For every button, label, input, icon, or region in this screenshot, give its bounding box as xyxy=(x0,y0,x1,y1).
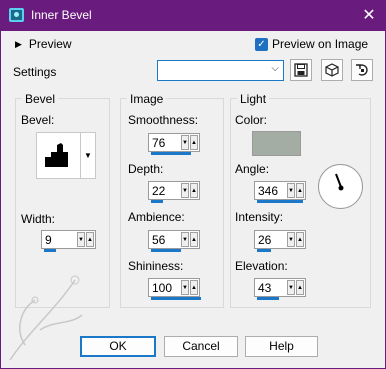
elevation-label: Elevation: xyxy=(235,259,288,273)
depth-value: 22 xyxy=(152,183,166,198)
chevron-down-icon: ⌵ xyxy=(271,63,279,74)
bevel-dropdown-arrow[interactable]: ▼ xyxy=(80,132,96,179)
intensity-value: 26 xyxy=(258,232,272,247)
reset-button[interactable] xyxy=(351,59,373,81)
angle-value: 346 xyxy=(258,183,279,198)
intensity-spinner[interactable]: 26 ▼ ▲ xyxy=(254,230,306,252)
preview-on-image-label: Preview on Image xyxy=(272,37,369,51)
width-label: Width: xyxy=(21,212,56,226)
shininess-slider-bar[interactable] xyxy=(151,297,201,300)
image-group: Image xyxy=(120,92,224,308)
help-button[interactable]: Help xyxy=(245,336,318,357)
preview-on-image-checkbox[interactable]: ✓ Preview on Image xyxy=(255,37,368,51)
depth-decrement[interactable]: ▼ xyxy=(181,183,189,198)
ambience-slider-bar[interactable] xyxy=(151,249,181,252)
depth-increment[interactable]: ▲ xyxy=(190,183,198,198)
angle-slider-bar[interactable] xyxy=(257,200,303,203)
window-title: Inner Bevel xyxy=(31,8,92,22)
intensity-label: Intensity: xyxy=(235,210,284,224)
ambience-increment[interactable]: ▲ xyxy=(190,232,198,247)
light-group-title: Light xyxy=(237,92,270,106)
smoothness-increment[interactable]: ▲ xyxy=(190,135,198,150)
light-color-swatch[interactable] xyxy=(252,131,301,156)
settings-dropdown[interactable]: ⌵ xyxy=(157,60,284,81)
intensity-decrement[interactable]: ▼ xyxy=(287,232,295,247)
smoothness-value: 76 xyxy=(152,135,166,150)
shininess-spinner[interactable]: 100 ▼ ▲ xyxy=(148,278,201,300)
shininess-value: 100 xyxy=(152,280,173,295)
close-button[interactable]: ✕ xyxy=(352,0,386,31)
angle-decrement[interactable]: ▼ xyxy=(287,183,295,198)
angle-spinner[interactable]: 346 ▼ ▲ xyxy=(254,181,306,203)
elevation-slider-bar[interactable] xyxy=(257,297,279,300)
color-label: Color: xyxy=(235,113,268,127)
depth-spinner[interactable]: 22 ▼ ▲ xyxy=(148,181,200,203)
cancel-button[interactable]: Cancel xyxy=(164,336,238,357)
image-group-title: Image xyxy=(127,92,167,106)
smoothness-spinner[interactable]: 76 ▼ ▲ xyxy=(148,133,200,155)
width-decrement[interactable]: ▼ xyxy=(77,232,85,247)
smoothness-decrement[interactable]: ▼ xyxy=(181,135,189,150)
shininess-label: Shininess: xyxy=(128,259,184,273)
bevel-shape-icon xyxy=(45,143,68,167)
angle-dial[interactable] xyxy=(318,164,363,209)
ambience-decrement[interactable]: ▼ xyxy=(181,232,189,247)
preview-label: Preview xyxy=(28,37,72,51)
shininess-increment[interactable]: ▲ xyxy=(190,280,198,295)
shininess-decrement[interactable]: ▼ xyxy=(181,280,189,295)
ambience-spinner[interactable]: 56 ▼ ▲ xyxy=(148,230,200,252)
width-increment[interactable]: ▲ xyxy=(86,232,94,247)
bevel-group: Bevel xyxy=(15,92,110,308)
angle-label: Angle: xyxy=(235,162,270,176)
width-slider-bar[interactable] xyxy=(44,249,56,252)
checkmark-icon: ✓ xyxy=(255,37,268,51)
ok-button[interactable]: OK xyxy=(80,336,156,357)
reset-icon xyxy=(356,64,368,76)
resource-icon xyxy=(325,63,339,77)
elevation-value: 43 xyxy=(258,280,272,295)
angle-dial-needle-icon xyxy=(335,173,344,191)
depth-label: Depth: xyxy=(128,162,164,176)
settings-label: Settings xyxy=(13,65,57,79)
width-value: 9 xyxy=(45,232,52,247)
expand-triangle-icon: ▶ xyxy=(15,38,22,49)
preview-toggle[interactable]: ▶ Preview xyxy=(15,37,72,51)
angle-increment[interactable]: ▲ xyxy=(296,183,304,198)
elevation-increment[interactable]: ▲ xyxy=(296,280,304,295)
smoothness-slider-bar[interactable] xyxy=(151,152,191,155)
app-icon xyxy=(9,8,24,22)
intensity-slider-bar[interactable] xyxy=(257,249,271,252)
title-bar: Inner Bevel ✕ xyxy=(0,0,386,31)
smoothness-label: Smoothness: xyxy=(128,113,199,127)
bevel-label: Bevel: xyxy=(21,113,55,127)
width-spinner[interactable]: 9 ▼ ▲ xyxy=(41,230,96,252)
elevation-spinner[interactable]: 43 ▼ ▲ xyxy=(254,278,306,300)
elevation-decrement[interactable]: ▼ xyxy=(287,280,295,295)
bevel-group-title: Bevel xyxy=(22,92,59,106)
depth-slider-bar[interactable] xyxy=(151,200,163,203)
ambience-value: 56 xyxy=(152,232,166,247)
intensity-increment[interactable]: ▲ xyxy=(296,232,304,247)
resource-button[interactable] xyxy=(321,59,343,81)
save-preset-icon xyxy=(294,63,308,77)
ambience-label: Ambience: xyxy=(128,210,185,224)
save-preset-button[interactable] xyxy=(290,59,312,81)
